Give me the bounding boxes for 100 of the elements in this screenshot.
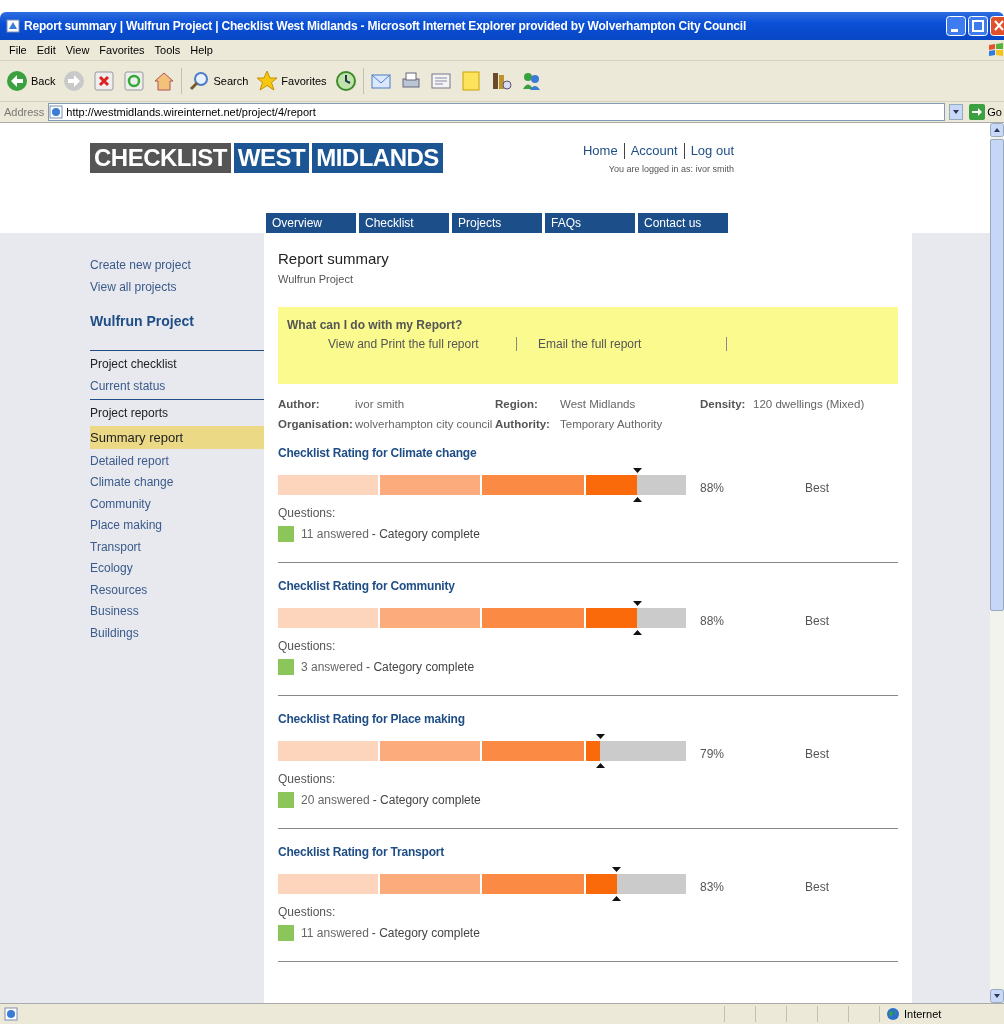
rating-title: Checklist Rating for Place making	[278, 712, 466, 726]
stop-icon	[93, 70, 116, 92]
answered-count: 20 answered	[301, 793, 370, 807]
field-value: wolverhampton city council	[355, 417, 494, 432]
category-status: - Category complete	[371, 926, 480, 940]
rating-percent: 88%	[700, 480, 726, 495]
nav-tab[interactable]: Checklist	[359, 213, 449, 233]
sidebar-item[interactable]: Detailed report	[90, 450, 264, 472]
report-link[interactable]: View and Print the full report	[328, 337, 517, 351]
page-heading: Report summary	[278, 249, 390, 269]
scroll-down-icon[interactable]	[990, 989, 1004, 1003]
rating-grade: Best	[805, 480, 829, 495]
field-value: West Midlands	[560, 397, 637, 412]
page-icon	[49, 105, 64, 119]
sidebar-item[interactable]: Project checklist	[90, 354, 264, 376]
field-value: ivor smith	[355, 397, 406, 412]
document-icon	[429, 70, 452, 92]
close-icon[interactable]	[990, 16, 1004, 36]
windows-flag-icon	[988, 42, 1004, 58]
rating-grade: Best	[805, 879, 829, 894]
sidebar-item[interactable]: Place making	[90, 515, 264, 537]
rating-grade: Best	[805, 613, 829, 628]
rating-percent: 83%	[700, 879, 726, 894]
questions-label: Questions:	[278, 506, 337, 520]
project-title: Wulfrun Project	[90, 312, 195, 330]
rating-title: Checklist Rating for Community	[278, 579, 456, 593]
rating-marker	[612, 867, 622, 901]
page-icon	[6, 19, 20, 33]
sidebar-link[interactable]: Create new project	[90, 254, 264, 276]
questions-label: Questions:	[278, 639, 337, 653]
favorites-button[interactable]: Favorites	[254, 68, 329, 94]
address-field[interactable]: http://westmidlands.wireinternet.net/project/4/report	[48, 103, 946, 121]
forward-icon	[63, 70, 86, 92]
menu-item[interactable]: File	[4, 44, 32, 56]
nav-tab[interactable]: Projects	[452, 213, 542, 233]
rating-percent: 88%	[700, 613, 726, 628]
rating-title: Checklist Rating for Climate change	[278, 446, 478, 460]
field-label: Authority:	[495, 417, 551, 432]
category-status: - Category complete	[372, 793, 481, 807]
field-label: Region:	[495, 397, 539, 412]
scroll-thumb[interactable]	[990, 139, 1004, 611]
menu-item[interactable]: Help	[185, 44, 218, 56]
sidebar-item[interactable]: Current status	[90, 375, 264, 397]
header-link[interactable]: Home	[576, 143, 624, 159]
logo-word: WEST	[233, 143, 310, 173]
back-button[interactable]: Back	[4, 68, 58, 94]
questions-label: Questions:	[278, 905, 337, 919]
sidebar-item[interactable]: Project reports	[90, 403, 264, 425]
rating-percent: 79%	[700, 746, 726, 761]
menu-item[interactable]: Favorites	[94, 44, 150, 56]
maximize-icon[interactable]	[968, 16, 988, 36]
rating-title: Checklist Rating for Transport	[278, 845, 446, 859]
header-link[interactable]: Account	[623, 143, 684, 159]
sidebar-item[interactable]: Climate change	[90, 472, 264, 494]
back-icon	[6, 70, 28, 92]
sidebar-link[interactable]: View all projects	[90, 276, 264, 298]
window-title: Report summary | Wulfrun Project | Checklist West Midlands - Microsoft Internet Explorer provided by Wolverhampton City Council	[24, 19, 748, 33]
search-button[interactable]: Search	[186, 68, 251, 94]
sidebar-item[interactable]: Resources	[90, 579, 264, 601]
menu-item[interactable]: Tools	[149, 44, 186, 56]
sidebar-item[interactable]: Transport	[90, 536, 264, 558]
sidebar-item[interactable]: Summary report	[90, 425, 264, 449]
rating-marker	[595, 734, 605, 768]
clock-icon	[334, 70, 357, 92]
header-link[interactable]: Log out	[683, 143, 734, 159]
field-value: Temporary Authority	[560, 417, 664, 432]
field-label: Organisation:	[278, 417, 354, 432]
globe-icon	[886, 1007, 900, 1021]
go-button[interactable]: Go	[967, 104, 1004, 120]
menu-item[interactable]: View	[60, 44, 95, 56]
minimize-icon[interactable]	[946, 16, 966, 36]
field-value: 120 dwellings (Mixed)	[753, 397, 866, 412]
sidebar-item[interactable]: Community	[90, 493, 264, 515]
note-icon	[459, 70, 482, 92]
field-label: Density:	[700, 397, 747, 412]
sidebar-item[interactable]: Ecology	[90, 558, 264, 580]
sidebar-item[interactable]: Business	[90, 601, 264, 623]
nav-tab[interactable]: Overview	[266, 213, 356, 233]
answered-count: 11 answered	[301, 527, 369, 541]
sidebar-item[interactable]: Buildings	[90, 622, 264, 644]
logo-word: MIDLANDS	[312, 143, 443, 173]
questions-label: Questions:	[278, 772, 337, 786]
scroll-up-icon[interactable]	[990, 123, 1004, 137]
dropdown-icon[interactable]	[949, 104, 964, 120]
security-zone: Internet	[904, 1008, 942, 1020]
report-link[interactable]: Email the full report	[538, 337, 727, 351]
menu-item[interactable]: Edit	[31, 44, 61, 56]
nav-tab[interactable]: FAQs	[545, 213, 635, 233]
project-name: Wulfrun Project	[278, 273, 354, 285]
logo-word: CHECKLIST	[90, 143, 231, 173]
search-icon	[188, 70, 211, 92]
rating-marker	[632, 468, 642, 502]
field-label: Author:	[278, 397, 321, 412]
house-icon	[153, 70, 176, 92]
nav-tab[interactable]: Contact us	[638, 213, 728, 233]
answered-count: 11 answered	[301, 926, 369, 940]
page-icon	[4, 1007, 18, 1021]
scrollbar[interactable]	[990, 123, 1004, 1003]
answered-count: 3 answered	[301, 660, 364, 674]
star-icon	[256, 70, 279, 92]
